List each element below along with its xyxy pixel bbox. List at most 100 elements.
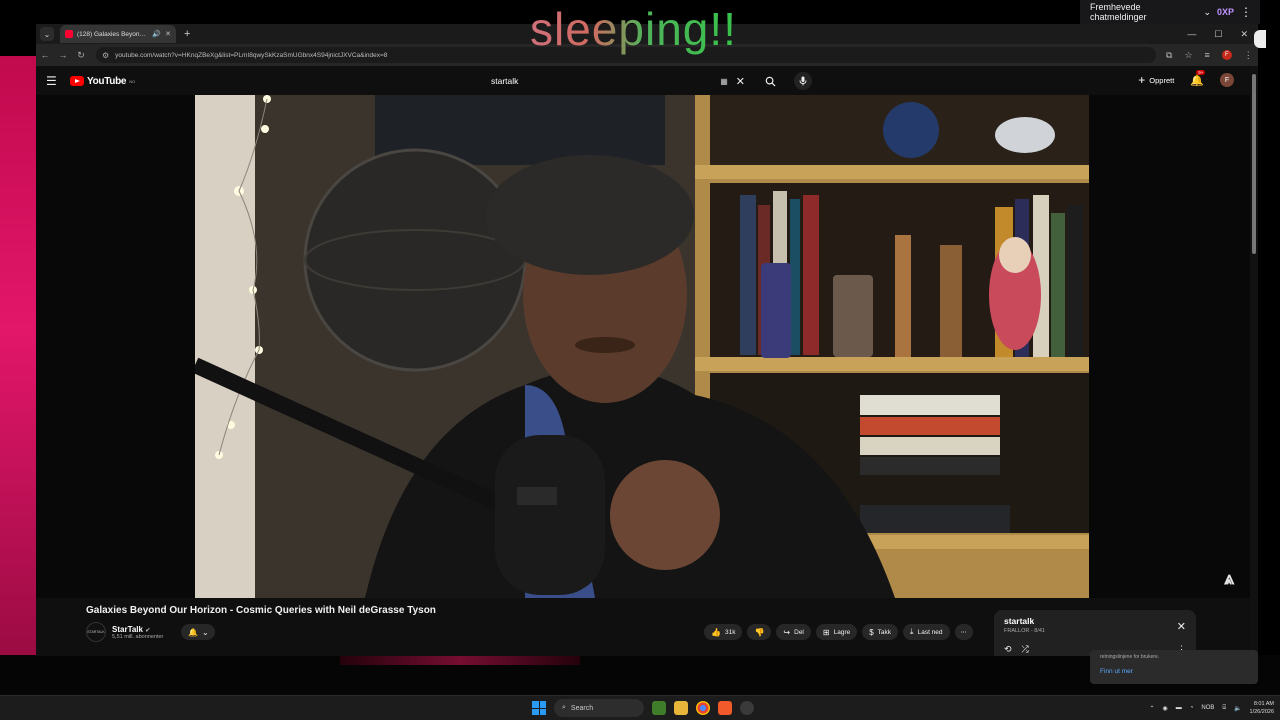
browser-window: ⌄ (128) Galaxies Beyond Our Horizon - Co… [36,24,1258,656]
wallpaper-strip [0,56,36,662]
taskbar-apps: ⌕ Search [532,699,754,717]
minimize-icon[interactable]: — [1187,29,1196,40]
download-label: Last ned [917,628,943,636]
video-frame [195,95,1089,598]
share-icon: ↪ [783,627,791,637]
search-input[interactable]: startalk ▦ ✕ [480,70,756,92]
new-tab-button[interactable]: + [184,28,190,40]
shuffle-icon[interactable]: ⤮ [1022,644,1029,655]
toolbar-right: ⧉ ☆ ≡ F ⋮ [1166,50,1253,61]
more-actions-button[interactable]: ⋯ [954,624,973,640]
loop-icon[interactable]: ⟲ [1004,644,1012,655]
user-avatar[interactable]: F [1220,73,1234,87]
clock[interactable]: 8:01 AM 1/26/2026 [1250,700,1274,716]
chevron-up-icon[interactable]: ⌃ [1150,705,1155,712]
tab-close-icon[interactable]: ✕ [165,30,171,38]
stream-highlight-popup[interactable]: Fremhevede chatmeldinger ⌄ 0XP ⋮ [1080,0,1260,24]
youtube-wordmark: YouTube [87,75,127,87]
header-actions: + Opprett 🔔 9+ F [1138,69,1234,87]
chrome-menu-icon[interactable]: ⋮ [1244,50,1253,61]
search-query: startalk [491,76,519,86]
dislike-button[interactable]: 👎 [747,624,772,640]
youtube-logo[interactable]: YouTube NO [70,76,135,87]
voice-search-button[interactable] [794,72,812,90]
share-button[interactable]: ↪ Del [776,624,811,640]
tray-flag-icon[interactable]: ▬ [1176,705,1182,711]
taskbar: ⌕ Search ⌃ ◉ ▬ ◔ NOB ⌸ 🔈 8:01 AM 1/26/20… [0,695,1280,720]
more-icon[interactable]: ⋮ [1240,5,1252,19]
video-letterbox-right [1089,95,1250,598]
learn-more-link[interactable]: Finn ut mer [1100,668,1248,675]
download-button[interactable]: ⤓ Last ned [903,624,950,640]
install-icon[interactable]: ⧉ [1166,50,1172,61]
search-icon: ⌕ [562,704,566,711]
volume-icon[interactable]: 🔈 [1234,705,1241,712]
clock-date: 1/26/2026 [1249,709,1274,715]
brave-icon[interactable] [718,701,732,715]
create-label: Opprett [1149,75,1175,85]
notification-count: 9+ [1196,69,1206,75]
playlist-title[interactable]: startalk [1004,616,1186,626]
create-button[interactable]: + Opprett [1138,73,1174,87]
hamburger-menu-icon[interactable]: ☰ [46,74,58,88]
start-icon[interactable] [532,701,546,715]
notification-peek: retningslinjene for brukere. Finn ut mer [1090,650,1258,684]
bookmark-star-icon[interactable]: ☆ [1184,50,1192,61]
back-icon[interactable]: ← [36,50,54,60]
scroll-thumb[interactable] [1252,74,1256,254]
save-button[interactable]: ⊞ Lagre [815,624,858,640]
profile-avatar[interactable]: F [1221,50,1232,60]
subscription-bell-button[interactable]: 🔔 ⌄ [181,624,216,640]
dislike-icon: 👎 [754,627,765,637]
tab-search-button[interactable]: ⌄ [40,27,54,41]
mic-icon [799,76,807,86]
side-avatar [1254,30,1266,48]
close-window-icon[interactable]: ✕ [1240,29,1248,40]
extensions-icon[interactable]: ≡ [1205,50,1210,60]
like-count: 31k [724,628,736,636]
region-code: NO [129,78,136,84]
like-button[interactable]: 👍 31k [704,624,743,640]
tray-headset-icon[interactable]: ◔ [1190,705,1194,711]
desktop: Fremhevede chatmeldinger ⌄ 0XP ⋮ ⌄ (128)… [0,0,1280,720]
chevron-down-icon: ⌄ [202,627,209,637]
sync-app-icon[interactable] [740,701,754,715]
window-controls: — ☐ ✕ [1187,29,1248,40]
taskbar-search[interactable]: ⌕ Search [554,699,644,717]
clear-search-icon[interactable]: ✕ [736,75,745,88]
save-icon: ⊞ [822,627,830,637]
file-explorer-icon[interactable] [674,701,688,715]
video-letterbox-left [36,95,195,598]
video-player[interactable] [195,95,1089,598]
like-icon: 👍 [711,627,721,637]
speaker-icon[interactable]: 🔊 [152,30,161,38]
search-bar: startalk ▦ ✕ [480,70,812,92]
tray-app-icon[interactable]: ◉ [1163,705,1168,712]
forward-icon[interactable]: → [54,50,72,60]
search-button[interactable] [756,70,784,92]
page-scrollbar[interactable] [1250,66,1258,656]
reload-icon[interactable]: ↻ [72,50,90,61]
keyboard-icon[interactable]: ▦ [720,77,728,86]
network-icon[interactable]: ⌸ [1222,705,1226,712]
thanks-button[interactable]: $ Takk [862,624,899,640]
bell-icon: 🔔 [1190,74,1204,87]
system-tray: ⌃ ◉ ▬ ◔ NOB ⌸ 🔈 8:01 AM 1/26/2026 [1150,700,1274,716]
channel-name[interactable]: StarTalk ✔ [112,625,163,634]
taskbar-search-label: Search [570,704,594,712]
notifications-button[interactable]: 🔔 9+ [1190,69,1206,87]
video-title: Galaxies Beyond Our Horizon - Cosmic Que… [86,605,436,616]
game-app-icon[interactable] [652,701,666,715]
close-icon[interactable]: ✕ [1177,620,1186,633]
channel-avatar[interactable]: STARTALK [86,622,106,642]
tab-youtube[interactable]: (128) Galaxies Beyond Our Horizon - Cosm… [60,25,176,43]
language-indicator[interactable]: NOB [1201,705,1214,711]
maximize-icon[interactable]: ☐ [1214,29,1222,40]
verified-icon: ✔ [145,627,151,634]
channel-info: StarTalk ✔ 5,51 mill. abonnenter [112,625,163,640]
chrome-icon[interactable] [696,701,710,715]
subscriber-count: 5,51 mill. abonnenter [112,633,164,640]
site-info-icon[interactable]: ⚙ [102,51,109,60]
video-actions: 👍 31k 👎 ↪ Del ⊞ Lagre $ Takk ⤓ Last ned … [704,624,973,640]
youtube-favicon-icon [65,30,73,38]
